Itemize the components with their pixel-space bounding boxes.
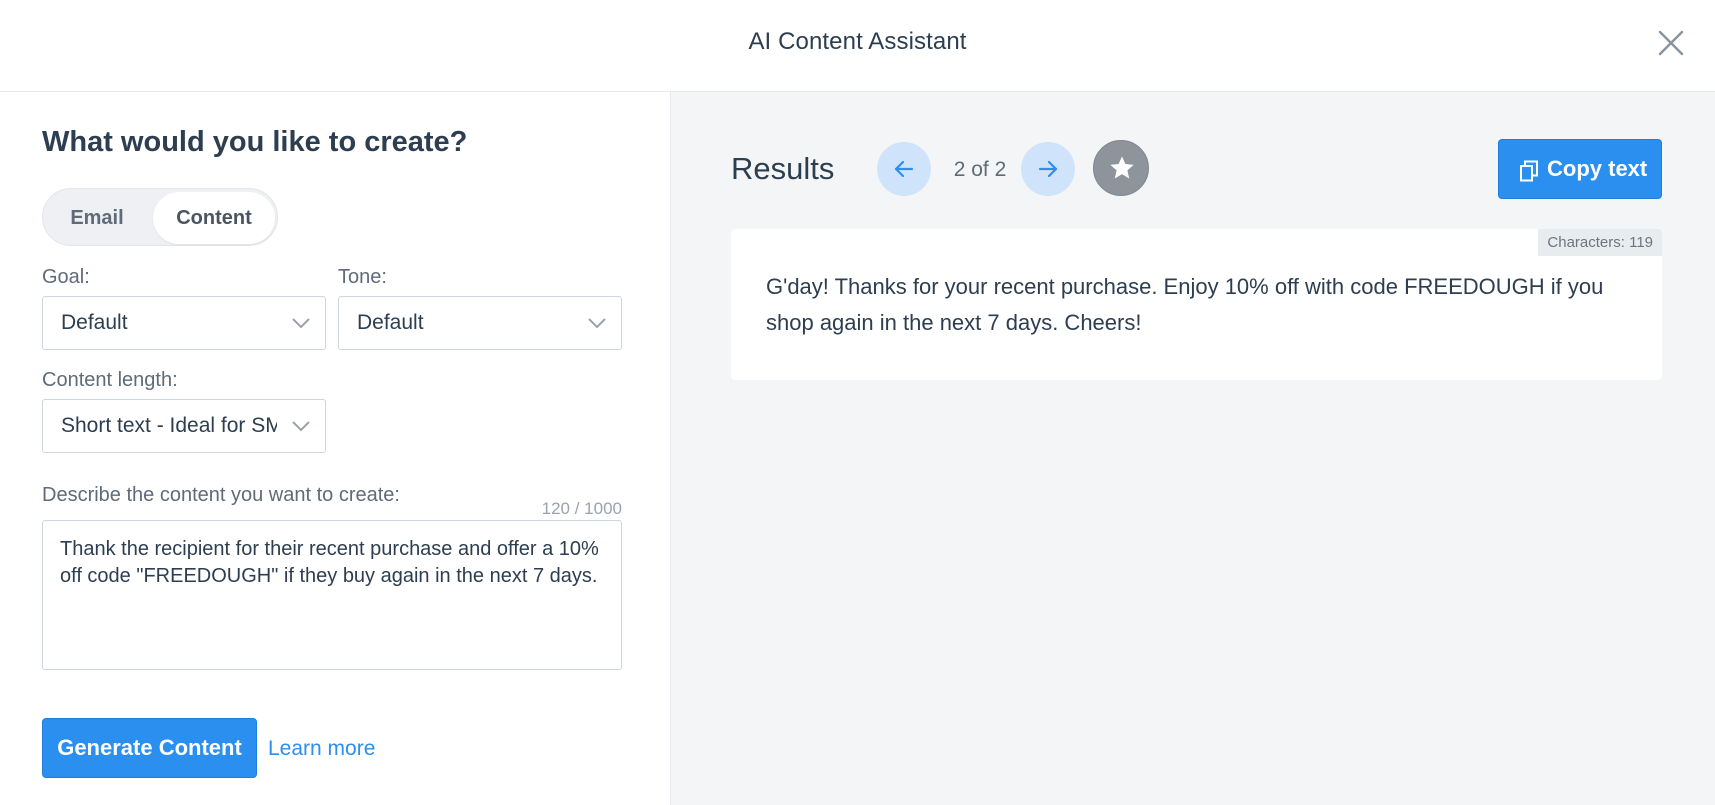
next-result-button[interactable] bbox=[1021, 142, 1075, 196]
results-heading: Results bbox=[731, 151, 835, 186]
result-pager: 2 of 2 bbox=[953, 158, 1007, 181]
chevron-down-icon bbox=[292, 318, 310, 329]
length-label: Content length: bbox=[42, 369, 178, 391]
results-panel: Results 2 of 2 Copy text Characters: 119… bbox=[670, 92, 1715, 805]
copy-text-button[interactable]: Copy text bbox=[1498, 139, 1662, 199]
generate-content-button[interactable]: Generate Content bbox=[42, 718, 257, 778]
goal-value: Default bbox=[61, 311, 128, 334]
create-heading: What would you like to create? bbox=[42, 126, 468, 158]
close-button[interactable] bbox=[1656, 28, 1686, 58]
toggle-email[interactable]: Email bbox=[47, 192, 147, 244]
arrow-left-icon bbox=[894, 160, 914, 178]
result-card: Characters: 119 G'day! Thanks for your r… bbox=[731, 229, 1662, 380]
goal-select[interactable]: Default bbox=[42, 296, 326, 350]
previous-result-button[interactable] bbox=[877, 142, 931, 196]
copy-icon bbox=[1520, 160, 1538, 182]
create-panel: What would you like to create? Email Con… bbox=[0, 92, 670, 805]
description-label: Describe the content you want to create: bbox=[42, 484, 400, 506]
length-value: Short text - Ideal for SMS bbox=[61, 414, 277, 437]
modal-title: AI Content Assistant bbox=[748, 28, 967, 55]
character-count-badge: Characters: 119 bbox=[1538, 229, 1662, 256]
favorite-button[interactable] bbox=[1093, 140, 1149, 196]
generated-text: G'day! Thanks for your recent purchase. … bbox=[766, 274, 1604, 335]
toggle-content[interactable]: Content bbox=[153, 192, 275, 244]
close-icon bbox=[1658, 30, 1684, 56]
arrow-right-icon bbox=[1038, 160, 1058, 178]
learn-more-link[interactable]: Learn more bbox=[268, 737, 375, 761]
goal-label: Goal: bbox=[42, 266, 90, 288]
copy-text-label: Copy text bbox=[1547, 156, 1648, 181]
modal-header: AI Content Assistant bbox=[0, 0, 1715, 92]
type-toggle: Email Content bbox=[42, 188, 278, 246]
tone-label: Tone: bbox=[338, 266, 387, 288]
chevron-down-icon bbox=[292, 421, 310, 432]
description-textarea[interactable]: Thank the recipient for their recent pur… bbox=[42, 520, 622, 670]
tone-select[interactable]: Default bbox=[338, 296, 622, 350]
tone-value: Default bbox=[357, 311, 424, 334]
character-counter: 120 / 1000 bbox=[541, 499, 622, 518]
star-icon bbox=[1110, 156, 1134, 179]
length-select[interactable]: Short text - Ideal for SMS bbox=[42, 399, 326, 453]
chevron-down-icon bbox=[588, 318, 606, 329]
